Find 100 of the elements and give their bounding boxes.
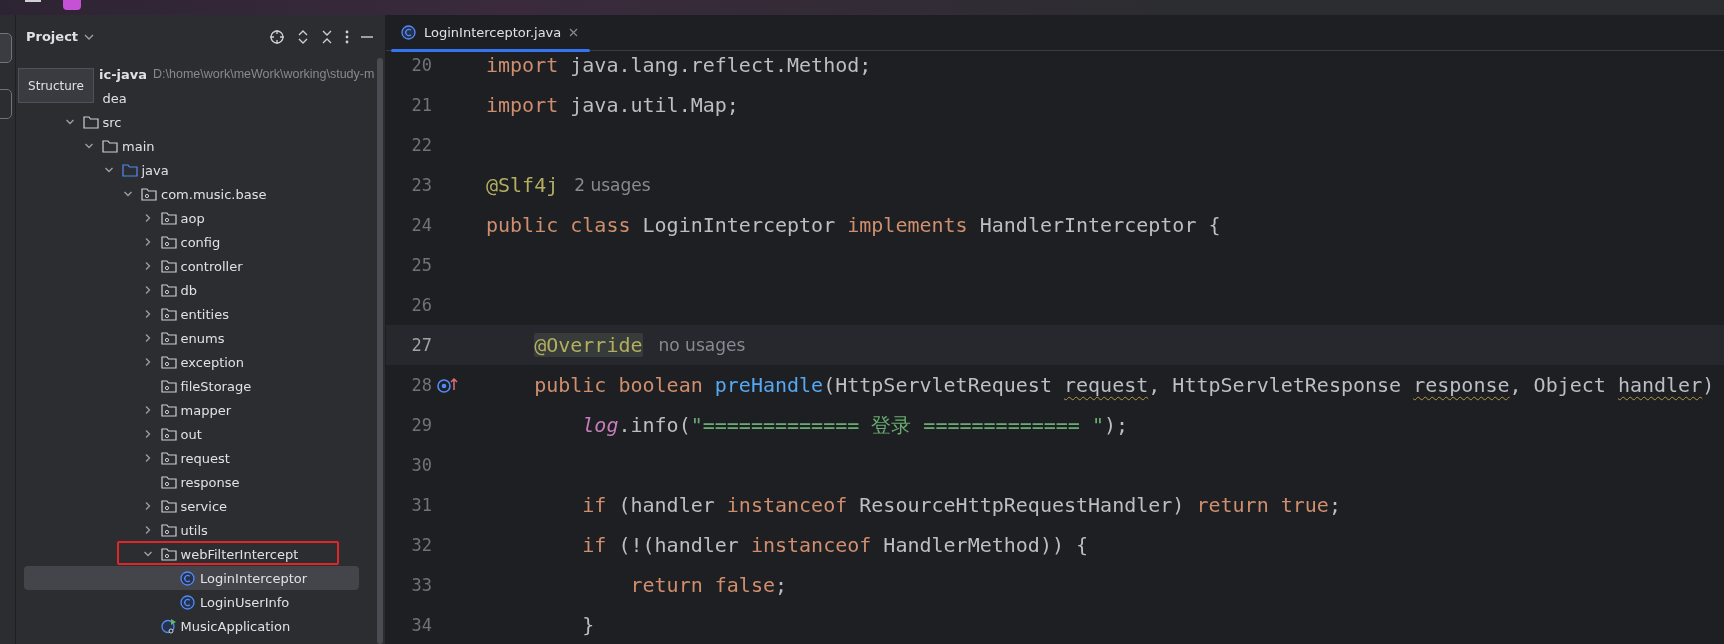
- tree-item[interactable]: src: [24, 110, 359, 134]
- code-line: public class LoginInterceptor implements HandlerInterceptor {: [486, 213, 1221, 237]
- line-number: 29: [410, 415, 432, 435]
- package-icon: [160, 499, 177, 513]
- folder-icon: [102, 139, 118, 153]
- tree-item-label: aop: [180, 210, 205, 226]
- chevron-down-icon[interactable]: [84, 141, 94, 151]
- tree-item-label: response: [180, 474, 240, 490]
- package-icon: [160, 451, 177, 465]
- panel-title[interactable]: Project: [26, 29, 79, 44]
- tree-item-label: dea: [102, 90, 127, 106]
- locate-icon[interactable]: [269, 28, 285, 45]
- tree-item[interactable]: entities: [24, 302, 359, 326]
- tree-item[interactable]: LoginInterceptor: [24, 566, 359, 590]
- line-number: 20: [410, 55, 432, 75]
- tree-item[interactable]: service: [24, 494, 359, 518]
- line-number: 21: [410, 95, 432, 115]
- app-icon: [63, 0, 81, 10]
- package-icon: [160, 427, 177, 441]
- line-number: 28: [410, 375, 432, 395]
- tree-item-label: ic-java: [99, 66, 148, 82]
- tree-item-label: service: [180, 498, 228, 514]
- code-line: public boolean preHandle(HttpServletRequest request, HttpServletResponse response, Object handler): [534, 373, 1715, 397]
- package-icon: [160, 307, 177, 321]
- tree-item-label: db: [180, 282, 197, 298]
- line-number: 30: [410, 455, 432, 475]
- tree-item[interactable]: enums: [24, 326, 359, 350]
- package-icon: [160, 475, 177, 489]
- code-line: log.info("============= 登录 ============= ");: [582, 411, 1129, 439]
- tree-item-label: controller: [180, 258, 243, 274]
- class-icon: [180, 570, 195, 586]
- tree-item-label: utils: [180, 522, 208, 538]
- line-number: 31: [410, 495, 432, 515]
- tree-item[interactable]: main: [24, 134, 359, 158]
- collapse-icon[interactable]: [321, 28, 333, 45]
- minimize-icon[interactable]: [361, 35, 373, 38]
- tree-item[interactable]: exception: [24, 350, 359, 374]
- chevron-down-icon[interactable]: [142, 549, 153, 559]
- tree-item-label: com.music.base: [161, 186, 267, 202]
- tooltip: Structure: [18, 68, 94, 103]
- line-number: 23: [410, 175, 432, 195]
- tree-item-label: MusicApplication: [180, 618, 291, 634]
- tree-item[interactable]: LoginUserInfo: [24, 590, 359, 614]
- tree-item-label: fileStorage: [180, 378, 252, 394]
- code-line: return false;: [630, 573, 787, 597]
- package-icon: [160, 355, 177, 369]
- class-icon: [180, 594, 195, 610]
- more-icon[interactable]: [345, 29, 349, 44]
- tree-item[interactable]: MusicApplication: [24, 614, 359, 638]
- override-icon[interactable]: [436, 376, 460, 394]
- scrollbar-thumb[interactable]: [377, 58, 383, 644]
- run-class-icon: [160, 618, 177, 634]
- line-number: 34: [410, 615, 432, 635]
- tree-item[interactable]: utils: [24, 518, 359, 542]
- line-number: 26: [410, 295, 432, 315]
- close-icon[interactable]: [569, 28, 579, 37]
- code-line: if (handler instanceof ResourceHttpRequestHandler) return true;: [582, 493, 1341, 517]
- tree-item-label: request: [180, 450, 230, 466]
- package-icon: [160, 259, 177, 273]
- chevron-down-icon[interactable]: [123, 189, 133, 199]
- tree-item[interactable]: config: [24, 230, 359, 254]
- tree-item-label: main: [122, 138, 155, 154]
- class-icon: [401, 25, 416, 40]
- tree-item[interactable]: java: [24, 158, 359, 182]
- package-icon: [160, 283, 177, 297]
- tree-item-label: out: [180, 426, 202, 442]
- tree-item[interactable]: db: [24, 278, 359, 302]
- chevron-down-icon[interactable]: [64, 117, 75, 127]
- tab-label: LoginInterceptor.java: [424, 25, 562, 40]
- chevron-down-icon[interactable]: [103, 165, 114, 175]
- tree-item[interactable]: webFilterIntercept: [24, 542, 359, 566]
- inlay-hint[interactable]: no usages: [658, 335, 746, 355]
- tree-item[interactable]: mapper: [24, 398, 359, 422]
- package-icon: [160, 379, 177, 393]
- tree-item[interactable]: aop: [24, 206, 359, 230]
- tree-item-label: entities: [180, 306, 229, 322]
- tree-item[interactable]: fileStorage: [24, 374, 359, 398]
- code-line: @Slf4j: [486, 173, 559, 197]
- code-line: import java.util.Map;: [486, 93, 739, 117]
- tree-item[interactable]: controller: [24, 254, 359, 278]
- tree-item-label: mapper: [180, 402, 231, 418]
- expand-icon[interactable]: [297, 28, 309, 45]
- folder-icon: [82, 115, 99, 129]
- package-icon: [160, 547, 177, 561]
- line-number: 24: [410, 215, 432, 235]
- chevron-down-icon[interactable]: [84, 32, 95, 41]
- tree-item[interactable]: response: [24, 470, 359, 494]
- tree-item[interactable]: out: [24, 422, 359, 446]
- package-icon: [141, 187, 157, 201]
- inlay-hint[interactable]: 2 usages: [574, 175, 651, 195]
- line-number: 25: [410, 255, 432, 275]
- code-line: if (!(handler instanceof HandlerMethod)) {: [582, 533, 1089, 557]
- tree-item-label: src: [102, 114, 122, 130]
- tree-item[interactable]: com.music.base: [24, 182, 359, 206]
- module-path: D:\home\work\meWork\working\study-m: [153, 67, 375, 81]
- tree-item-label: webFilterIntercept: [180, 546, 299, 562]
- tree-item[interactable]: request: [24, 446, 359, 470]
- package-icon: [160, 403, 177, 417]
- code-line: }: [582, 613, 595, 637]
- line-number: 27: [410, 335, 432, 355]
